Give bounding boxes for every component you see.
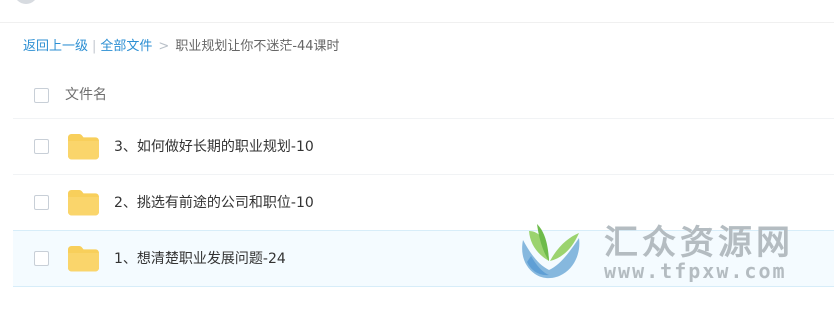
current-folder-label: 职业规划让你不迷茫-44课时 [175, 39, 340, 54]
folder-name[interactable]: 2、挑选有前途的公司和职位-10 [114, 193, 314, 213]
file-browser-page: 返回上一级 | 全部文件 > 职业规划让你不迷茫-44课时 文件名 3、如何做好长期的职… [0, 0, 834, 326]
folder-icon [68, 246, 99, 272]
row-checkbox[interactable] [34, 195, 49, 210]
all-files-link[interactable]: 全部文件 [100, 39, 152, 54]
row-checkbox[interactable] [34, 139, 49, 154]
file-table: 文件名 3、如何做好长期的职业规划-10 2、挑选有前途的公司和职位-10 1、… [13, 63, 834, 287]
folder-name[interactable]: 1、想清楚职业发展问题-24 [114, 249, 286, 269]
top-header-strip [0, 0, 834, 23]
row-checkbox[interactable] [34, 251, 49, 266]
table-row[interactable]: 3、如何做好长期的职业规划-10 [13, 119, 834, 175]
folder-icon [68, 134, 99, 160]
folder-icon [68, 190, 99, 216]
table-header: 文件名 [13, 63, 834, 119]
folder-name[interactable]: 3、如何做好长期的职业规划-10 [114, 137, 314, 157]
select-all-checkbox[interactable] [34, 88, 49, 103]
table-row[interactable]: 2、挑选有前途的公司和职位-10 [13, 175, 834, 231]
breadcrumb-separator: | [92, 39, 97, 54]
avatar[interactable] [14, 0, 38, 4]
breadcrumb-arrow-icon: > [158, 39, 170, 54]
back-link[interactable]: 返回上一级 [23, 39, 88, 54]
table-row[interactable]: 1、想清楚职业发展问题-24 [13, 230, 834, 287]
breadcrumb: 返回上一级 | 全部文件 > 职业规划让你不迷茫-44课时 [23, 37, 340, 57]
filename-column-header: 文件名 [65, 87, 107, 103]
